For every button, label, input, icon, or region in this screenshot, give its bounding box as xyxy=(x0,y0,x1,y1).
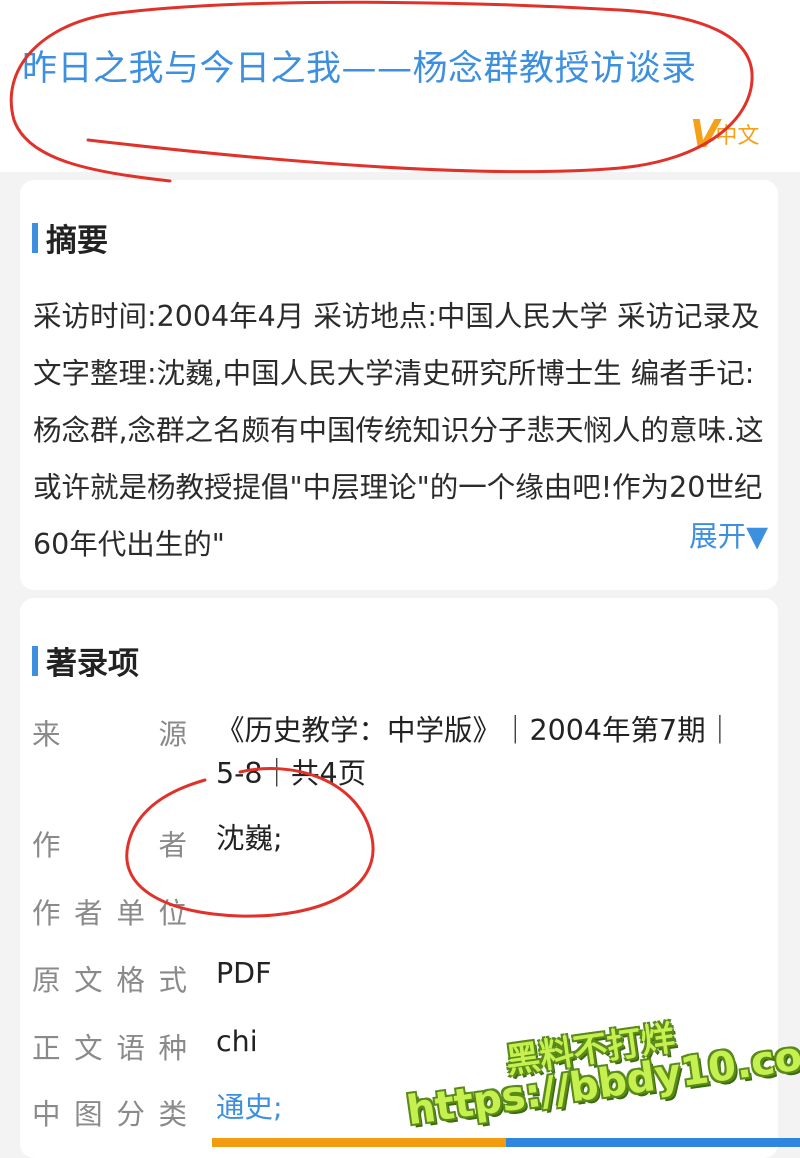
label-char: 语 xyxy=(116,1032,145,1065)
logo-text: 中文 xyxy=(715,124,760,149)
abstract-card: 摘要 采访时间:2004年4月 采访地点:中国人民大学 采访记录及文字整理:沈巍… xyxy=(20,180,778,590)
meta-label-language: 正 文 语 种 xyxy=(32,1026,187,1067)
vzhongwen-logo: V中文 xyxy=(690,112,763,156)
label-char: 位 xyxy=(158,897,187,930)
section-accent-bar xyxy=(32,645,38,676)
label-char: 源 xyxy=(158,718,187,751)
catalog-heading-text: 著录项 xyxy=(46,646,139,682)
label-char: 正 xyxy=(32,1032,61,1065)
abstract-heading-text: 摘要 xyxy=(46,223,108,259)
abstract-heading: 摘要 xyxy=(32,215,108,260)
label-char: 文 xyxy=(74,964,103,997)
meta-label-format: 原 文 格 式 xyxy=(32,958,187,999)
label-char: 原 xyxy=(32,964,61,997)
bottom-action-bar xyxy=(212,1138,800,1147)
bottom-tab-blue[interactable] xyxy=(506,1138,800,1147)
catalog-heading: 著录项 xyxy=(32,638,139,683)
label-char: 图 xyxy=(74,1098,103,1131)
label-char: 式 xyxy=(158,964,187,997)
label-char: 来 xyxy=(32,718,61,751)
article-title: 昨日之我与今日之我——杨念群教授访谈录 xyxy=(22,49,697,89)
meta-value-author[interactable]: 沈巍; xyxy=(216,817,756,860)
label-char: 文 xyxy=(74,1032,103,1065)
label-char: 格 xyxy=(116,964,145,997)
label-char: 类 xyxy=(158,1098,187,1131)
label-char: 者 xyxy=(158,829,187,862)
article-header: 昨日之我与今日之我——杨念群教授访谈录 V中文 xyxy=(0,0,800,172)
meta-value-format: PDF xyxy=(216,957,272,990)
meta-label-classification: 中 图 分 类 xyxy=(32,1092,187,1133)
meta-label-author: 作 者 xyxy=(32,823,187,864)
label-char: 种 xyxy=(158,1032,187,1065)
meta-label-source: 来 源 xyxy=(32,712,187,753)
label-char: 作 xyxy=(32,897,61,930)
meta-value-source: 《历史教学：中学版》｜2004年第7期｜5-8｜共4页 xyxy=(216,714,735,790)
label-char: 单 xyxy=(116,897,145,930)
label-char: 分 xyxy=(116,1098,145,1131)
meta-label-affiliation: 作 者 单 位 xyxy=(32,891,187,932)
section-accent-bar xyxy=(32,222,38,253)
label-char: 作 xyxy=(32,829,61,862)
abstract-text: 采访时间:2004年4月 采访地点:中国人民大学 采访记录及文字整理:沈巍,中国… xyxy=(33,300,764,561)
label-char: 中 xyxy=(32,1098,61,1131)
label-char: 者 xyxy=(74,897,103,930)
expand-button[interactable]: 展开▼ xyxy=(681,508,768,565)
bottom-tab-orange[interactable] xyxy=(212,1138,506,1147)
